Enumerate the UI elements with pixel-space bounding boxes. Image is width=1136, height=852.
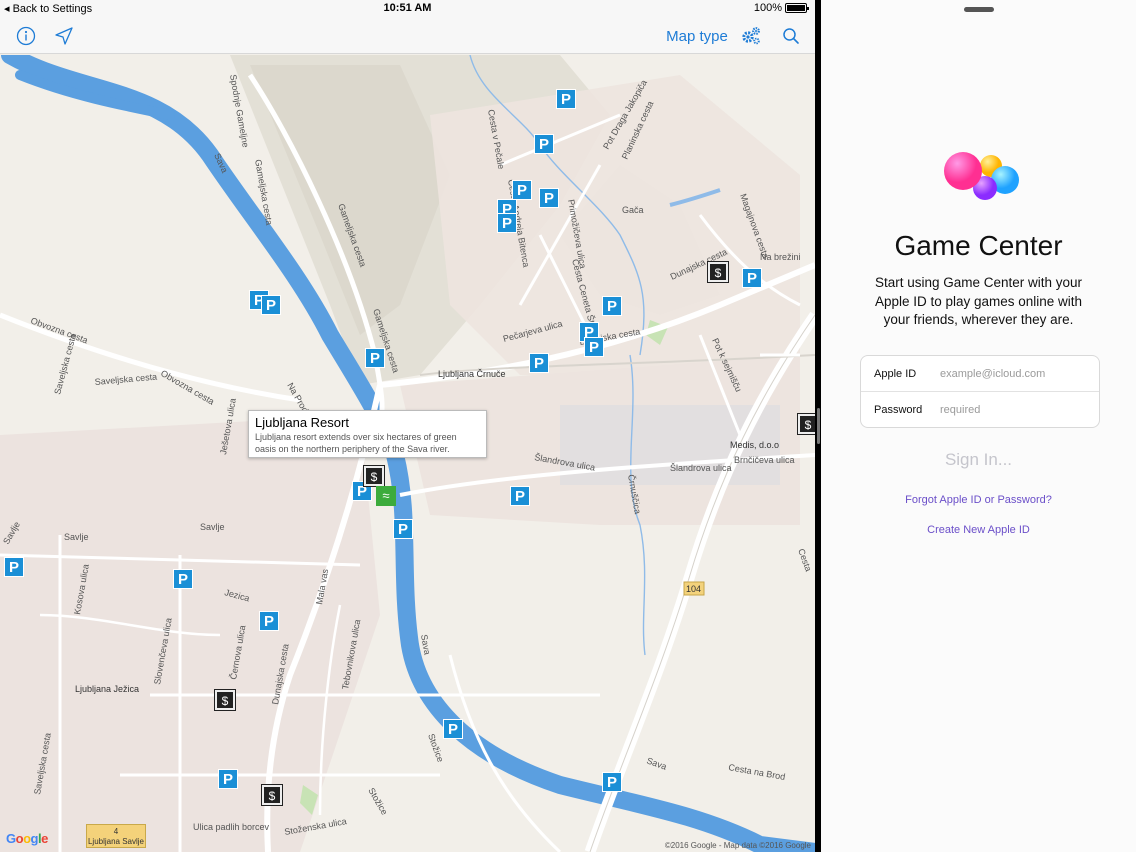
battery-percent: 100% [753,2,782,14]
location-arrow-icon [55,27,73,45]
parking-marker[interactable]: P [365,348,385,368]
info-icon [16,26,36,46]
parking-marker[interactable]: P [529,353,549,373]
station-badge-name: Ljubljana Savlje [87,837,145,846]
callout-title: Ljubljana Resort [255,415,349,430]
parking-marker[interactable]: P [510,486,530,506]
parking-marker[interactable]: P [512,180,532,200]
google-logo: Google [6,831,48,846]
game-center-title: Game Center [894,230,1063,261]
create-apple-id-link[interactable]: Create New Apple ID [821,524,1136,536]
divider-handle[interactable] [817,408,820,444]
street-label: Savlje [64,532,89,542]
parking-marker[interactable]: P [173,569,193,589]
callout-description: Ljubljana resort extends over six hectar… [255,432,457,454]
apple-id-row: Apple ID [861,356,1099,392]
password-row: Password [861,392,1099,428]
parking-marker[interactable]: P [393,519,413,539]
parking-marker[interactable]: P [556,89,576,109]
game-center-subtitle: Start using Game Center with your Apple … [874,275,1083,327]
parking-marker[interactable]: P [539,188,559,208]
station-badge: 4 Ljubljana Savlje [86,824,146,848]
game-center-logo-icon [944,152,1019,200]
status-time: 10:51 AM [383,2,432,14]
sign-in-form: Apple ID Password [860,355,1100,428]
password-label: Password [874,404,923,416]
battery-indicator: 100% [753,2,809,14]
battery-icon [785,3,809,13]
parking-marker[interactable]: P [259,611,279,631]
atm-marker[interactable]: $ [214,689,236,711]
swimming-pool-marker[interactable]: ≈ [376,486,396,506]
map-type-button[interactable]: Map type [664,24,730,48]
route-shield: 104 [686,584,701,594]
parking-marker[interactable]: P [497,213,517,233]
panel-grabber[interactable] [964,7,994,12]
parking-marker[interactable]: P [4,557,24,577]
sign-in-button[interactable]: Sign In... [821,450,1136,470]
map-attribution: ©2016 Google - Map data ©2016 Google [664,841,811,850]
game-center-panel: Game Center Start using Game Center with… [821,0,1136,852]
street-label: Brnčičeva ulica [734,455,795,465]
street-label: Ulica padlih borcev [193,822,270,832]
poi-label: Medis, d.o.o [730,440,779,450]
parking-marker[interactable]: P [534,134,554,154]
parking-marker[interactable]: P [261,295,281,315]
parking-marker[interactable]: P [602,772,622,792]
place-callout[interactable]: Ljubljana Resort Ljubljana resort extend… [248,410,487,458]
street-label: Savlje [200,522,225,532]
status-bar: ◂ Back to Settings 10:51 AM 100% [0,0,815,18]
apple-id-input[interactable] [940,367,1090,380]
password-input[interactable] [940,404,1090,416]
atm-marker[interactable]: $ [261,784,283,806]
street-label: Gača [622,205,644,215]
atm-marker[interactable]: $ [797,413,815,435]
parking-marker[interactable]: P [218,769,238,789]
station-label: Ljubljana Črnuče [438,369,506,379]
forgot-password-link[interactable]: Forgot Apple ID or Password? [821,494,1136,506]
parking-marker[interactable]: P [602,296,622,316]
gears-icon [742,27,760,45]
settings-button[interactable] [738,24,764,48]
station-label: Ljubljana Ježica [75,684,139,694]
atm-marker[interactable]: $ [707,261,729,283]
parking-marker[interactable]: P [742,268,762,288]
location-button[interactable] [52,24,76,48]
search-button[interactable] [778,24,804,48]
street-label: Šlandrova ulica [670,463,732,473]
apple-id-label: Apple ID [874,367,917,380]
parking-marker[interactable]: P [443,719,463,739]
atm-marker[interactable]: $ [363,465,385,487]
station-badge-number: 4 [113,827,119,836]
search-icon [783,28,799,44]
info-button[interactable] [14,24,38,48]
map-app-window: ◂ Back to Settings 10:51 AM 100% Map typ… [0,0,815,852]
parking-marker[interactable]: P [584,337,604,357]
map-toolbar: Map type [0,18,815,54]
